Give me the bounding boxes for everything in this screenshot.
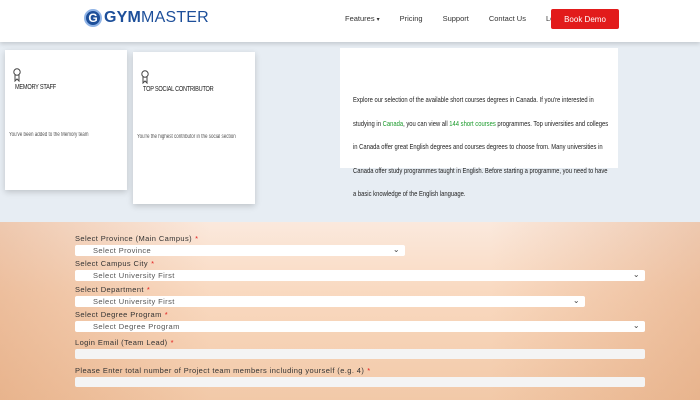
nav-features[interactable]: Features ▾ (345, 14, 380, 23)
campus-city-select[interactable]: Select University First ⌄ (75, 270, 645, 281)
chevron-down-icon: ⌄ (632, 321, 640, 330)
chevron-down-icon: ⌄ (392, 245, 400, 254)
required-mark: * (367, 366, 371, 375)
main-nav: Features▾ Pricing Support Contact Us Log… (345, 14, 584, 23)
required-mark: * (170, 338, 174, 347)
chevron-down-icon: ⌄ (632, 270, 640, 279)
card-title: MEMORY STAFF (15, 84, 56, 91)
nav-contact-us[interactable]: Contact Us (489, 14, 526, 23)
card-description: You're the highest contributor in the so… (137, 134, 236, 140)
top-navbar: G GYMMASTER Features ▾ Pricing Support Co… (0, 0, 700, 42)
department-select[interactable]: Select University First ⌄ (75, 296, 585, 307)
nav-support[interactable]: Support (443, 14, 469, 23)
card-description: You've been added to the Memory team (9, 132, 89, 138)
badge-card-memory-staff: MEMORY STAFF You've been added to the Me… (5, 50, 127, 190)
province-select[interactable]: Select Province ⌄ (75, 245, 405, 256)
required-mark: * (195, 234, 199, 243)
badge-icon (141, 70, 149, 84)
card-title: TOP SOCIAL CONTRIBUTOR (143, 86, 214, 93)
course-info-paragraph: Explore our selection of the available s… (353, 95, 609, 198)
required-mark: * (146, 285, 151, 294)
chevron-down-icon: ⌄ (572, 296, 580, 305)
team-members-input[interactable] (75, 377, 645, 387)
course-info-panel: Explore our selection of the available s… (340, 48, 618, 198)
department-label: Select Department * (75, 285, 151, 294)
required-mark: * (164, 310, 169, 319)
canada-link[interactable]: Canada (383, 119, 403, 128)
badge-icon (13, 68, 21, 82)
badge-card-top-social-contributor: TOP SOCIAL CONTRIBUTOR You're the highes… (133, 52, 255, 204)
logo-text: GYMMASTER (104, 9, 209, 26)
required-mark: * (151, 259, 155, 268)
province-label: Select Province (Main Campus) * (75, 234, 199, 243)
campus-city-label: Select Campus City * (75, 259, 155, 268)
login-email-input[interactable] (75, 349, 645, 359)
logo-mark-icon: G (84, 9, 102, 27)
book-demo-button[interactable]: Book Demo (551, 9, 619, 29)
degree-program-label: Select Degree Program * (75, 310, 169, 319)
degree-program-select[interactable]: Select Degree Program ⌄ (75, 321, 645, 332)
gymmaster-logo[interactable]: G GYMMASTER (84, 9, 209, 27)
chevron-down-icon: ▾ (376, 17, 380, 23)
team-members-label: Please Enter total number of Project tea… (75, 366, 371, 375)
login-email-label: Login Email (Team Lead) * (75, 338, 174, 347)
short-courses-link[interactable]: 144 short courses (449, 119, 496, 128)
nav-pricing[interactable]: Pricing (400, 14, 423, 23)
